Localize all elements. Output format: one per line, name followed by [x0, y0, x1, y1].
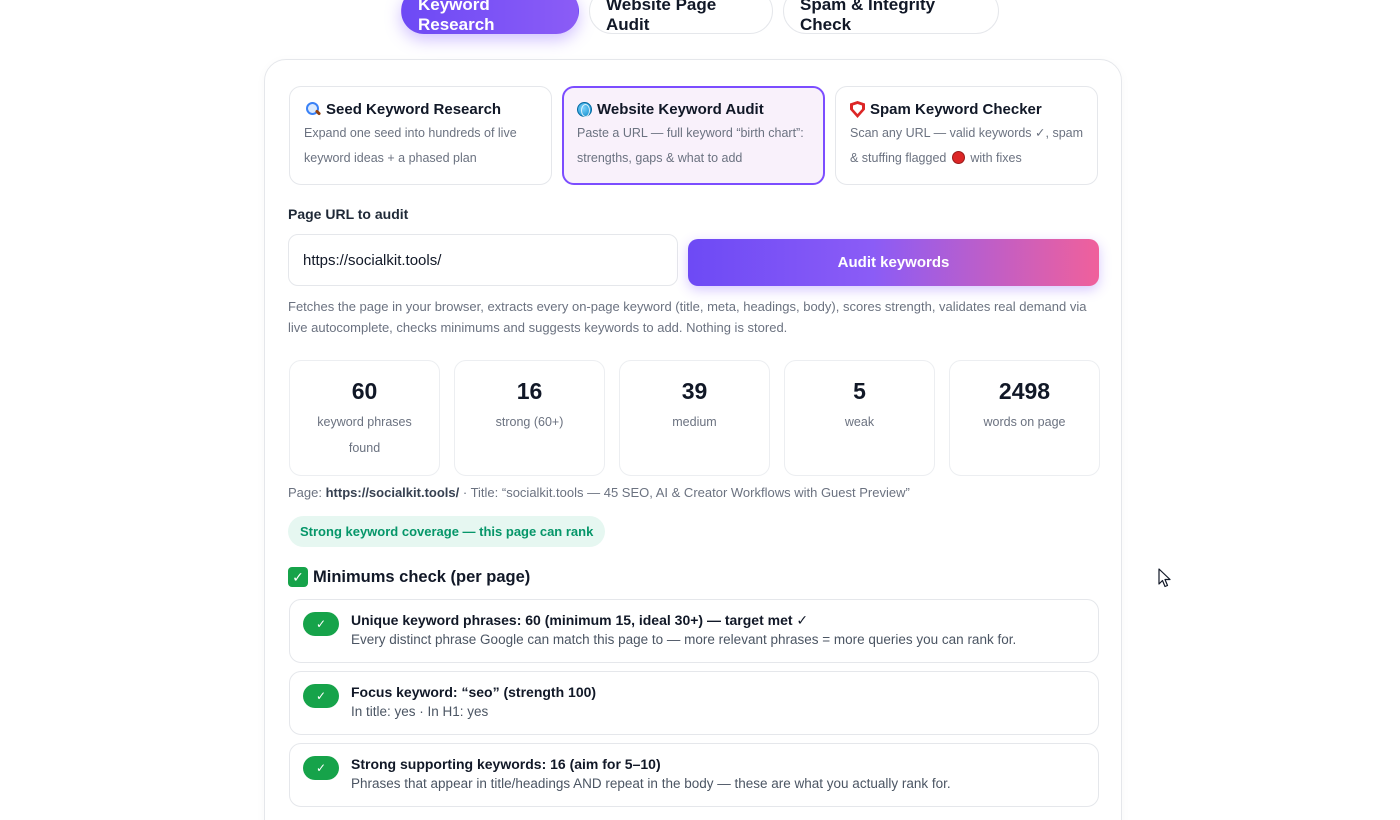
minimums-heading-text: Minimums check (per page) — [313, 567, 531, 586]
list-item: ✓ Strong supporting keywords: 16 (aim fo… — [289, 743, 1099, 807]
stat-value: 2498 — [998, 378, 1051, 404]
check-title: Focus keyword: “seo” (strength 100) — [351, 684, 597, 700]
mode-website-keyword-audit[interactable]: Website Keyword Audit Paste a URL — full… — [562, 86, 825, 185]
stat-weak: 5 weak — [784, 360, 935, 476]
check-mark-icon: ✓ — [288, 567, 308, 587]
check-title: Strong supporting keywords: 16 (aim for … — [351, 756, 661, 772]
url-input[interactable] — [288, 234, 678, 286]
stats-row: 60 keyword phrases found 16 strong (60+)… — [289, 360, 1100, 476]
top-tab-bar: Keyword Research Website Page Audit Spam… — [0, 0, 1400, 34]
stat-keyword-phrases: 60 keyword phrases found — [289, 360, 440, 476]
mode-selector: Seed Keyword Research Expand one seed in… — [289, 86, 1098, 185]
mode-description-end: with fixes — [970, 151, 1022, 165]
shield-icon — [850, 101, 865, 118]
stat-value: 5 — [853, 378, 866, 404]
mode-title-text: Seed Keyword Research — [326, 101, 502, 118]
coverage-badge: Strong keyword coverage — this page can … — [288, 516, 606, 547]
stat-label: medium — [672, 415, 717, 429]
mode-description: Expand one seed into hundreds of live ke… — [304, 126, 517, 165]
stat-value: 60 — [351, 378, 378, 404]
check-description: Every distinct phrase Google can match t… — [351, 632, 1017, 647]
audit-keywords-button[interactable]: Audit keywords — [688, 239, 1099, 286]
check-pass-icon: ✓ — [303, 612, 339, 636]
stat-value: 39 — [681, 378, 708, 404]
check-pass-icon: ✓ — [303, 684, 339, 708]
mode-description-start: Scan any URL — valid keywords ✓, spam & … — [850, 126, 1084, 165]
check-description: Phrases that appear in title/headings AN… — [351, 776, 951, 791]
mode-description: Scan any URL — valid keywords ✓, spam & … — [850, 121, 1083, 171]
tab-website-page-audit[interactable]: Website Page Audit — [589, 0, 773, 34]
stat-label: words on page — [983, 415, 1066, 429]
check-pass-icon: ✓ — [303, 756, 339, 780]
page-info-title: · Title: “socialkit.tools — 45 SEO, AI &… — [462, 485, 910, 500]
mode-spam-keyword-checker[interactable]: Spam Keyword Checker Scan any URL — vali… — [835, 86, 1098, 185]
stat-value: 16 — [516, 378, 543, 404]
tab-spam-integrity-check[interactable]: Spam & Integrity Check — [783, 0, 999, 34]
stat-medium: 39 medium — [619, 360, 770, 476]
mode-description: Paste a URL — full keyword “birth chart”… — [577, 126, 804, 165]
mode-title: Spam Keyword Checker — [850, 101, 1083, 118]
mouse-cursor-icon — [1158, 568, 1171, 588]
page-info: Page: https://socialkit.tools/ · Title: … — [288, 485, 910, 500]
main-card: Seed Keyword Research Expand one seed in… — [264, 59, 1122, 820]
mode-title-text: Website Keyword Audit — [597, 101, 764, 118]
list-item: ✓ Unique keyword phrases: 60 (minimum 15… — [289, 599, 1099, 663]
page-info-prefix: Page: — [288, 485, 322, 500]
url-field-label: Page URL to audit — [288, 206, 409, 222]
stat-strong: 16 strong (60+) — [454, 360, 605, 476]
help-text: Fetches the page in your browser, extrac… — [288, 299, 1087, 335]
mode-title: Seed Keyword Research — [304, 101, 537, 118]
stat-label: keyword phrases found — [317, 415, 412, 455]
minimums-heading: ✓ Minimums check (per page) — [288, 567, 530, 587]
stat-label: strong (60+) — [495, 415, 564, 429]
mode-title: Website Keyword Audit — [577, 101, 810, 118]
stat-label: weak — [844, 415, 875, 429]
magnifier-icon — [304, 101, 321, 118]
minimums-list: ✓ Unique keyword phrases: 60 (minimum 15… — [289, 599, 1099, 815]
check-title: Unique keyword phrases: 60 (minimum 15, … — [351, 612, 809, 628]
tab-keyword-research[interactable]: Keyword Research — [401, 0, 579, 34]
stat-words-on-page: 2498 words on page — [949, 360, 1100, 476]
page-info-url: https://socialkit.tools/ — [325, 485, 460, 500]
globe-icon — [577, 102, 592, 117]
check-description: In title: yes · In H1: yes — [351, 704, 489, 719]
mode-seed-keyword-research[interactable]: Seed Keyword Research Expand one seed in… — [289, 86, 552, 185]
list-item: ✓ Focus keyword: “seo” (strength 100) In… — [289, 671, 1099, 735]
mode-title-text: Spam Keyword Checker — [870, 101, 1042, 118]
red-circle-icon — [951, 151, 965, 164]
